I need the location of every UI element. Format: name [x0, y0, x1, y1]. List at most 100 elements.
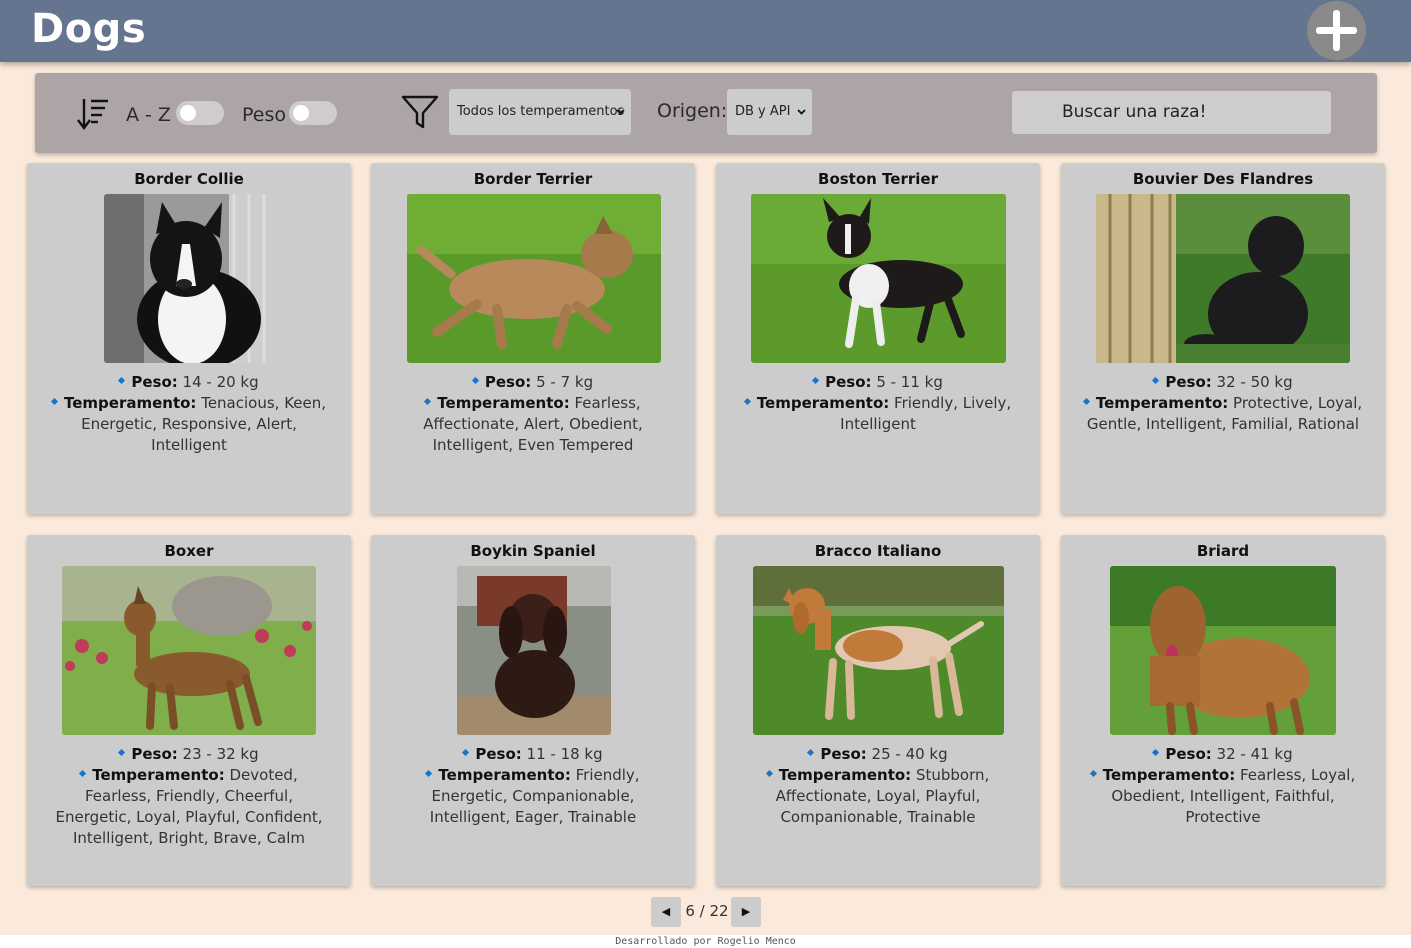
temperament-label: Temperamento: [92, 766, 225, 784]
weight-label: Peso: [475, 745, 522, 763]
bullet-icon [743, 397, 751, 406]
temperament-label: Temperamento: [756, 394, 890, 412]
dog-name: Border Collie [134, 170, 244, 188]
dog-weight: 11 - 18 kg [526, 745, 603, 763]
toggle-knob [180, 105, 196, 121]
bullet-icon [79, 769, 87, 778]
add-dog-button[interactable] [1307, 1, 1366, 60]
origin-select[interactable]: DB y API [727, 89, 812, 135]
dog-info: Peso: 32 - 41 kg Temperamento: Fearless,… [1081, 744, 1365, 828]
weight-label: Peso: [131, 745, 178, 763]
next-page-button[interactable]: ▶ [731, 897, 761, 927]
dog-name: Briard [1196, 542, 1250, 560]
dog-photo[interactable] [1110, 566, 1336, 735]
weight-label: Peso: [1165, 373, 1212, 391]
temperament-select[interactable]: Todos los temperamentos [449, 89, 631, 135]
dog-weight: 32 - 50 kg [1216, 373, 1293, 391]
sort-az-toggle[interactable] [176, 101, 224, 125]
funnel-icon [401, 95, 439, 129]
bullet-icon [462, 748, 470, 757]
next-arrow-icon: ▶ [741, 906, 751, 918]
footer-credit: Desarrollado por Rogelio Menco [615, 936, 796, 947]
dog-weight: 25 - 40 kg [871, 745, 948, 763]
bullet-icon [50, 397, 59, 406]
temperament-label: Temperamento: [437, 394, 570, 412]
bullet-icon [1152, 748, 1160, 757]
weight-label: Peso: [484, 373, 532, 391]
dog-card[interactable]: Boykin Spaniel Peso: 11 - 18 kg Temperam… [371, 535, 695, 886]
bullet-icon [1082, 397, 1090, 406]
toggle-knob [293, 105, 309, 121]
dog-card[interactable]: Border Collie Peso: 14 - 20 kg Temperame… [27, 163, 351, 514]
bullet-icon [471, 376, 479, 385]
dog-name: Border Terrier [473, 170, 593, 188]
sort-descending-icon[interactable] [77, 97, 109, 131]
top-bar: Dogs [0, 0, 1411, 62]
chevron-down-icon [616, 109, 625, 115]
search-placeholder: Buscar una raza! [1062, 102, 1207, 122]
temperament-label: Temperamento: [438, 766, 571, 784]
dog-card[interactable]: Boston Terrier Peso: 5 - 11 kg Temperame… [716, 163, 1040, 514]
dog-photo[interactable] [1096, 194, 1350, 363]
dog-card[interactable]: Bracco Italiano Peso: 25 - 40 kg Tempera… [716, 535, 1040, 886]
filter-bar: A - Z Peso Todos los temperamentos Orige… [35, 73, 1377, 153]
sort-weight-label: Peso [242, 104, 286, 126]
bullet-icon [425, 769, 433, 778]
sort-az-label: A - Z [126, 104, 171, 126]
dog-photo[interactable] [753, 566, 1004, 735]
bullet-icon [1089, 769, 1097, 778]
weight-label: Peso: [1165, 745, 1212, 763]
app-title: Dogs [31, 6, 147, 52]
footer: Desarrollado por Rogelio Menco [0, 935, 1411, 948]
bullet-icon [812, 376, 820, 385]
dog-info: Peso: 5 - 7 kg Temperamento: Fearless, A… [391, 372, 675, 456]
dog-name: Bracco Italiano [814, 542, 942, 560]
dog-weight: 5 - 7 kg [536, 373, 594, 391]
dog-weight: 32 - 41 kg [1216, 745, 1293, 763]
origin-label: Origen: [657, 100, 728, 122]
temperament-select-value: Todos los temperamentos [457, 104, 625, 119]
dog-card[interactable]: Boxer Peso: 23 - 32 kg Temperamento: Dev… [27, 535, 351, 886]
dog-card[interactable]: Bouvier Des Flandres Peso: 32 - 50 kg Te… [1061, 163, 1385, 514]
dog-info: Peso: 23 - 32 kg Temperamento: Devoted, … [47, 744, 331, 849]
dog-photo[interactable] [62, 566, 316, 735]
dog-card[interactable]: Briard Peso: 32 - 41 kg Temperamento: Fe… [1061, 535, 1385, 886]
bullet-icon [807, 748, 815, 757]
weight-label: Peso: [825, 373, 872, 391]
dog-info: Peso: 14 - 20 kg Temperamento: Tenacious… [47, 372, 331, 456]
dog-weight: 14 - 20 kg [182, 373, 259, 391]
dog-info: Peso: 25 - 40 kg Temperamento: Stubborn,… [736, 744, 1020, 828]
temperament-label: Temperamento: [1095, 394, 1229, 412]
bullet-icon [765, 769, 773, 778]
dog-card[interactable]: Border Terrier Peso: 5 - 7 kg Temperamen… [371, 163, 695, 514]
dog-name: Boykin Spaniel [470, 542, 596, 560]
dog-info: Peso: 5 - 11 kg Temperamento: Friendly, … [736, 372, 1020, 435]
temperament-label: Temperamento: [1102, 766, 1236, 784]
weight-label: Peso: [131, 373, 178, 391]
dog-photo[interactable] [751, 194, 1006, 363]
temperament-label: Temperamento: [778, 766, 912, 784]
dog-photo[interactable] [457, 566, 611, 735]
page-indicator: 6 / 22 [685, 902, 729, 920]
dog-name: Boston Terrier [818, 170, 938, 188]
bullet-icon [118, 376, 126, 385]
dog-weight: 5 - 11 kg [876, 373, 943, 391]
dog-weight: 23 - 32 kg [182, 745, 259, 763]
origin-select-value: DB y API [735, 104, 791, 119]
dog-name: Boxer [164, 542, 214, 560]
bullet-icon [424, 397, 432, 406]
bullet-icon [1152, 376, 1160, 385]
dog-info: Peso: 11 - 18 kg Temperamento: Friendly,… [391, 744, 675, 828]
search-input[interactable]: Buscar una raza! [1012, 91, 1331, 134]
prev-arrow-icon: ◀ [661, 906, 671, 918]
dog-info: Peso: 32 - 50 kg Temperamento: Protectiv… [1081, 372, 1365, 435]
bullet-icon [118, 748, 126, 757]
dog-name: Bouvier Des Flandres [1132, 170, 1314, 188]
dog-photo[interactable] [104, 194, 274, 363]
dog-photo[interactable] [407, 194, 661, 363]
temperament-label: Temperamento: [63, 394, 197, 412]
prev-page-button[interactable]: ◀ [651, 897, 681, 927]
sort-weight-toggle[interactable] [289, 101, 337, 125]
chevron-down-icon [797, 109, 806, 115]
weight-label: Peso: [820, 745, 867, 763]
